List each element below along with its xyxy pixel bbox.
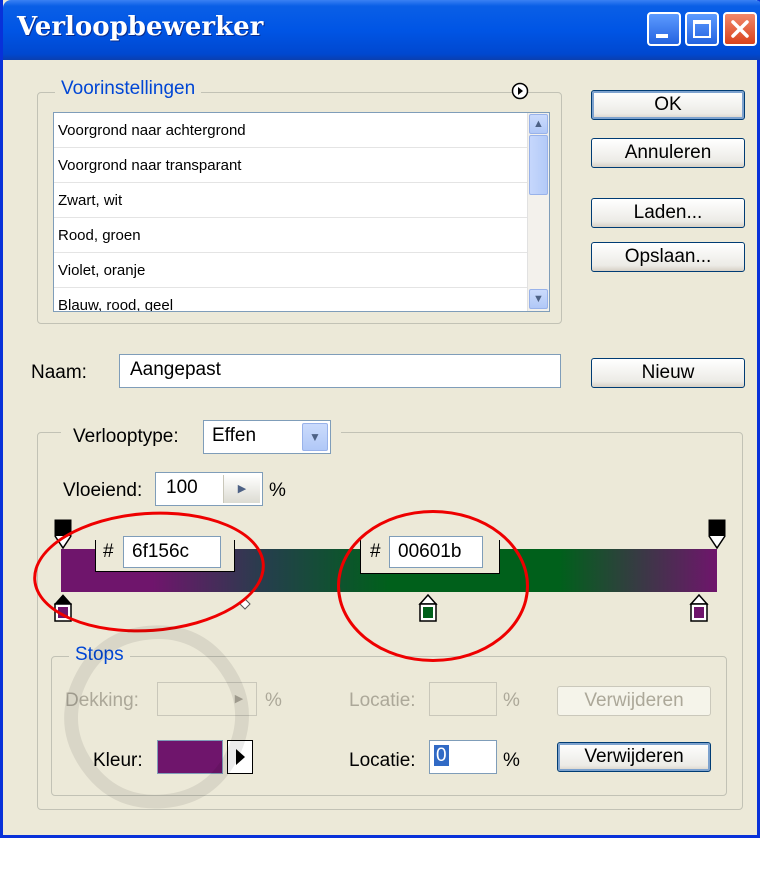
name-input[interactable]: Aangepast (119, 354, 561, 388)
delete-color-stop-button[interactable]: Verwijderen (557, 742, 711, 772)
preset-item[interactable]: Rood, groen (54, 218, 549, 253)
gradient-editor-window: Verloopbewerker Voorinstellingen Voorgro… (0, 0, 760, 838)
stops-group (51, 656, 727, 796)
preset-item[interactable]: Violet, oranje (54, 253, 549, 288)
preset-item[interactable]: Blauw, rood, geel (54, 288, 549, 311)
location-unit-1: % (503, 690, 520, 711)
location-input-1 (429, 682, 497, 716)
presets-label: Voorinstellingen (55, 78, 202, 100)
smoothness-label: Vloeiend: (63, 480, 143, 501)
circle-arrow-icon[interactable] (511, 82, 529, 100)
location-label-2: Locatie: (349, 750, 416, 771)
chevron-right-icon[interactable]: ▶ (223, 475, 260, 503)
location-input-2[interactable]: 0 (429, 740, 497, 774)
delete-opacity-stop-button[interactable]: Verwijderen (557, 686, 711, 716)
chevron-right-icon: ▶ (234, 693, 244, 705)
chevron-down-icon[interactable]: ▼ (302, 423, 328, 451)
smoothness-input[interactable]: 100 ▶ (155, 472, 263, 506)
preset-item[interactable]: Voorgrond naar achtergrond (54, 113, 549, 148)
opacity-stop-right[interactable] (707, 518, 727, 550)
preset-item[interactable]: Zwart, wit (54, 183, 549, 218)
presets-list: Voorgrond naar achtergrond Voorgrond naa… (53, 112, 550, 312)
load-button[interactable]: Laden... (591, 198, 745, 228)
close-button[interactable] (723, 12, 757, 46)
ok-button[interactable]: OK (591, 90, 745, 120)
color-stop-right[interactable] (689, 594, 709, 624)
color-label: Kleur: (93, 750, 143, 771)
save-button[interactable]: Opslaan... (591, 242, 745, 272)
preset-item[interactable]: Voorgrond naar transparant (54, 148, 549, 183)
annotation-circle-right (337, 510, 529, 662)
location-label-1: Locatie: (349, 690, 416, 711)
scroll-thumb[interactable] (529, 135, 548, 195)
opacity-input: ▶ (157, 682, 257, 716)
color-swatch[interactable] (157, 740, 223, 774)
stops-label: Stops (69, 644, 130, 666)
minimize-icon (656, 34, 668, 38)
scroll-down-icon[interactable]: ▼ (529, 289, 548, 309)
gradient-type-select[interactable]: Effen ▼ (203, 420, 331, 454)
minimize-button[interactable] (647, 12, 681, 46)
title-bar: Verloopbewerker (3, 0, 760, 60)
cancel-button[interactable]: Annuleren (591, 138, 745, 168)
triangle-right-icon (236, 749, 245, 765)
opacity-unit: % (265, 690, 282, 711)
close-icon (731, 20, 749, 38)
name-label: Naam: (31, 362, 87, 383)
opacity-label: Dekking: (65, 690, 139, 711)
presets-scrollbar[interactable]: ▲ ▼ (527, 113, 549, 311)
new-button[interactable]: Nieuw (591, 358, 745, 388)
color-menu-button[interactable] (227, 740, 253, 774)
smoothness-unit: % (269, 480, 286, 501)
maximize-icon (693, 20, 711, 38)
smoothness-value: 100 (166, 477, 198, 498)
location-unit-2: % (503, 750, 520, 771)
scroll-up-icon[interactable]: ▲ (529, 114, 548, 134)
window-title: Verloopbewerker (17, 12, 264, 42)
maximize-button[interactable] (685, 12, 719, 46)
location-value-2: 0 (434, 745, 449, 766)
gradient-type-value: Effen (212, 425, 257, 446)
gradient-type-label: Verlooptype: (73, 426, 179, 447)
